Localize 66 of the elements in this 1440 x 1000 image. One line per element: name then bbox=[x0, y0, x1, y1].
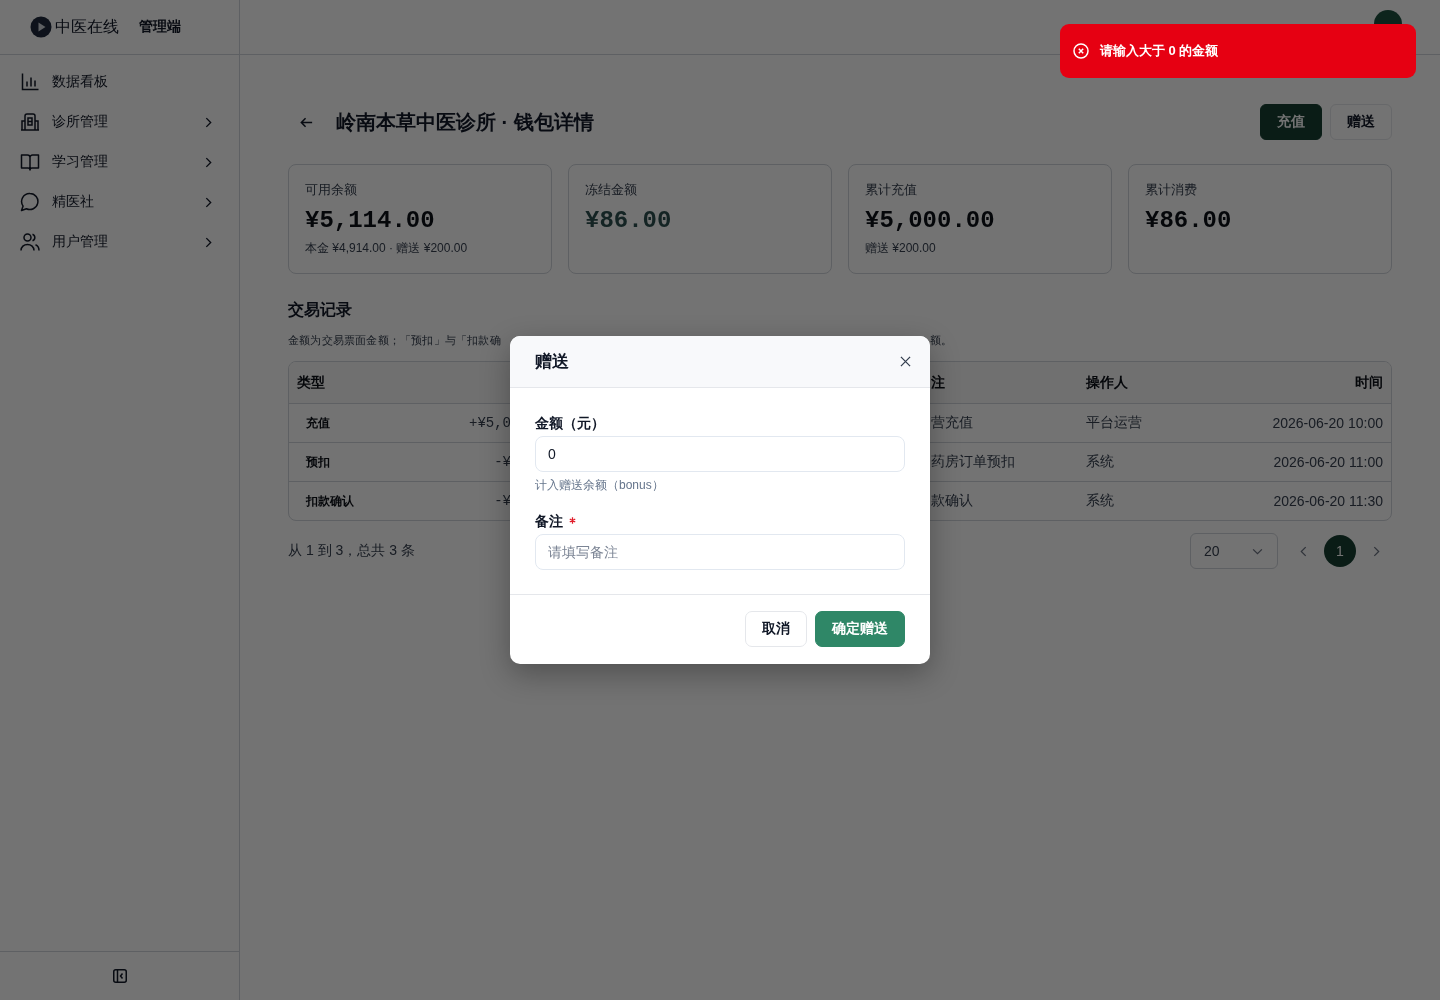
action-button[interactable]: 充值 bbox=[1260, 104, 1322, 140]
table-note: 额。 bbox=[930, 333, 953, 348]
dialog-button[interactable]: 取消 bbox=[745, 611, 807, 647]
section-title: 交易记录 bbox=[288, 300, 353, 320]
sidebar-item[interactable]: 学习管理 bbox=[0, 142, 239, 182]
play-logo-icon bbox=[30, 16, 52, 38]
page-size-select[interactable]: 20 bbox=[1190, 533, 1278, 569]
chat-bubble-icon bbox=[20, 192, 40, 212]
close-icon[interactable] bbox=[900, 356, 911, 367]
collapse-sidebar-icon[interactable] bbox=[112, 969, 127, 983]
page-title: 岭南本草中医诊所 · 钱包详情 bbox=[336, 109, 594, 135]
stat-note: 赠送 ¥200.00 bbox=[865, 240, 936, 257]
action-button[interactable]: 赠送 bbox=[1330, 104, 1392, 140]
table-cell-text: 扣款确认 bbox=[305, 492, 354, 510]
sidebar-item[interactable]: 用户管理 bbox=[0, 222, 239, 262]
dialog-title: 赠送 bbox=[535, 351, 570, 373]
stat-note: 本金 ¥4,914.00 · 赠送 ¥200.00 bbox=[305, 240, 468, 257]
pagination-summary: 从 1 到 3，总共 3 条 bbox=[288, 542, 415, 560]
sidebar-item[interactable]: 诊所管理 bbox=[0, 102, 239, 142]
chevron-left-icon[interactable] bbox=[1300, 545, 1307, 557]
input-field[interactable]: 0 bbox=[535, 436, 905, 472]
chevron-right-icon[interactable] bbox=[1373, 545, 1380, 557]
page-button[interactable]: 1 bbox=[1324, 535, 1356, 567]
column-header: 类型 bbox=[296, 373, 325, 392]
stat-value: ¥86.00 bbox=[1145, 206, 1232, 236]
table-cell-text: 2026-06-20 11:00 bbox=[1273, 454, 1384, 470]
field-label: 备注 bbox=[535, 513, 563, 531]
input-field[interactable]: 请填写备注 bbox=[535, 534, 905, 570]
dialog-button[interactable]: 确定赠送 bbox=[815, 611, 905, 647]
stat-label: 累计充值 bbox=[865, 181, 917, 199]
users-icon bbox=[20, 232, 40, 252]
app-label: 管理端 bbox=[139, 18, 181, 36]
stat-value: ¥86.00 bbox=[585, 206, 672, 236]
field-help: 计入赠送余额（bonus） bbox=[535, 478, 664, 492]
table-cell: 系统 bbox=[1086, 492, 1114, 510]
chevron-down-icon bbox=[1252, 547, 1263, 555]
field-label: 金额（元） bbox=[535, 415, 605, 433]
table-cell: -¥ bbox=[494, 493, 511, 509]
column-header: 注 bbox=[931, 373, 945, 392]
table-cell-text: 充值 bbox=[305, 414, 330, 432]
table-cell-text: 2026-06-20 10:00 bbox=[1272, 415, 1384, 431]
stat-label: 可用余额 bbox=[305, 181, 357, 199]
table-cell: 系统 bbox=[1086, 453, 1114, 471]
bar-chart-icon bbox=[20, 72, 40, 92]
sidebar-item[interactable]: 精医社 bbox=[0, 182, 239, 222]
table-cell: 款确认 bbox=[931, 492, 973, 510]
table-cell: -¥ bbox=[494, 454, 511, 470]
stat-value: ¥5,000.00 bbox=[865, 206, 995, 236]
table-cell: 平台运营 bbox=[1086, 414, 1142, 432]
error-circle-icon bbox=[1073, 43, 1089, 59]
table-cell-text: 2026-06-20 11:30 bbox=[1273, 493, 1384, 509]
table-note: 金额为交易票面金额；「预扣」与「扣款确 bbox=[288, 333, 501, 348]
table-cell-text: 预扣 bbox=[305, 453, 330, 471]
table-cell: 营充值 bbox=[931, 414, 973, 432]
table-cell: +¥5,0 bbox=[469, 415, 511, 431]
building-icon bbox=[20, 112, 40, 132]
column-header: 操作人 bbox=[1086, 373, 1128, 392]
stat-label: 冻结金额 bbox=[585, 181, 637, 199]
table-cell: 药房订单预扣 bbox=[931, 453, 1015, 471]
sidebar-item[interactable]: 数据看板 bbox=[0, 62, 239, 102]
stat-label: 累计消费 bbox=[1145, 181, 1197, 199]
column-header: 时间 bbox=[1355, 373, 1384, 392]
toast-message: 请输入大于 0 的金额 bbox=[1100, 42, 1219, 60]
book-icon bbox=[20, 152, 40, 172]
stat-value: ¥5,114.00 bbox=[305, 206, 435, 236]
brand-name: 中医在线 bbox=[55, 16, 119, 37]
